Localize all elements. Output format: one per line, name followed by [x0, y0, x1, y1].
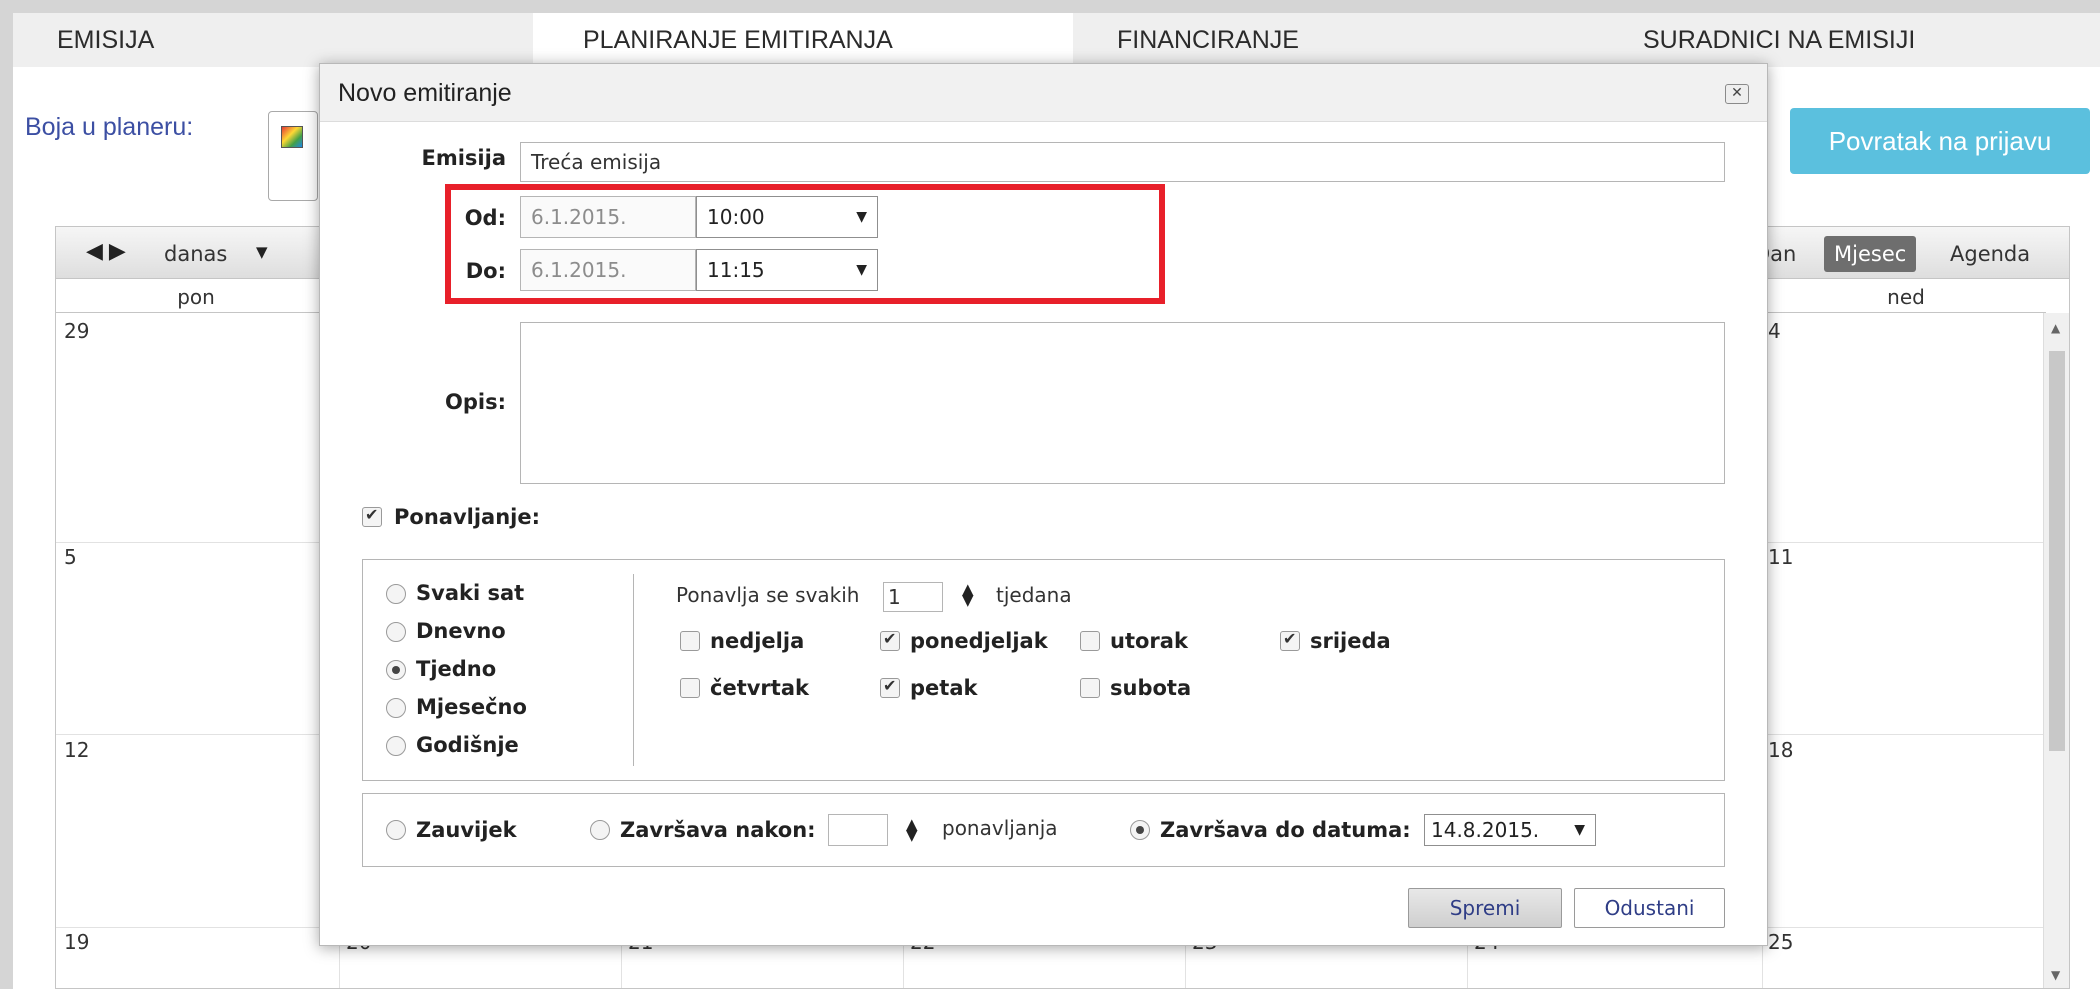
day-label-cetvrtak: četvrtak	[710, 676, 809, 700]
day-label-petak: petak	[910, 676, 978, 700]
radio-zavrsava-nakon[interactable]	[590, 820, 610, 840]
color-swatch-icon	[281, 126, 303, 148]
view-month-button[interactable]: Mjesec	[1824, 236, 1917, 272]
color-picker[interactable]	[268, 111, 318, 201]
date-cell[interactable]: 18	[1768, 738, 1793, 762]
app-window: EMISIJA PLANIRANJE EMITIRANJA FINANCIRAN…	[13, 13, 2100, 989]
option-dnevno: Dnevno	[416, 619, 506, 643]
radio-mjesecno[interactable]	[386, 698, 406, 718]
repeat-every-label: Ponavlja se svakih	[676, 583, 860, 607]
dialog-title: Novo emitiranje	[320, 64, 1767, 122]
option-mjesecno: Mjesečno	[416, 695, 527, 719]
day-label-utorak: utorak	[1110, 629, 1188, 653]
date-cell[interactable]: 4	[1768, 319, 1781, 343]
prev-arrow-icon[interactable]: ◀	[86, 239, 103, 264]
day-label-subota: subota	[1110, 676, 1192, 700]
option-zauvijek: Zauvijek	[416, 818, 517, 842]
radio-zavrsava-do-datuma[interactable]	[1130, 820, 1150, 840]
tab-suradnici-na-emisiji[interactable]: SURADNICI NA EMISIJI	[1593, 13, 2100, 67]
do-date-input[interactable]: 6.1.2015.	[520, 249, 696, 291]
od-time-value: 10:00	[707, 205, 765, 229]
option-godisnje: Godišnje	[416, 733, 519, 757]
opis-label: Opis:	[445, 390, 506, 414]
day-checkbox-cetvrtak[interactable]	[680, 678, 700, 698]
day-name-pon: pon	[177, 285, 215, 309]
chevron-down-icon: ▼	[856, 262, 867, 278]
date-cell[interactable]: 19	[64, 930, 89, 954]
day-name-ned: ned	[1887, 285, 1925, 309]
save-button[interactable]: Spremi	[1408, 888, 1562, 928]
new-broadcast-dialog: Novo emitiranje ✕ Emisija Treća emisija …	[319, 63, 1768, 946]
day-label-ponedjeljak: ponedjeljak	[910, 629, 1048, 653]
od-time-select[interactable]: 10:00 ▼	[696, 196, 878, 238]
color-in-planner-label: Boja u planeru:	[25, 113, 194, 141]
repeat-interval-input[interactable]: 1	[883, 582, 943, 612]
radio-tjedno[interactable]	[386, 660, 406, 680]
spinner-icon[interactable]: ▲ ▼	[962, 582, 974, 608]
emisija-label: Emisija	[421, 146, 507, 170]
day-label-nedjelja: nedjelja	[710, 629, 805, 653]
back-to-application-button[interactable]: Povratak na prijavu	[1790, 108, 2090, 174]
radio-godisnje[interactable]	[386, 736, 406, 756]
cancel-button[interactable]: Odustani	[1574, 888, 1725, 928]
today-button[interactable]: danas	[164, 242, 227, 266]
od-label: Od:	[464, 206, 506, 230]
chevron-down-icon: ▼	[856, 209, 867, 225]
top-tabs: EMISIJA PLANIRANJE EMITIRANJA FINANCIRAN…	[13, 13, 2100, 67]
opis-textarea[interactable]	[520, 322, 1725, 484]
day-checkbox-petak[interactable]	[880, 676, 900, 698]
do-time-value: 11:15	[707, 258, 765, 282]
spinner-icon[interactable]: ▲ ▼	[906, 817, 918, 843]
close-icon[interactable]: ✕	[1725, 84, 1749, 104]
do-label: Do:	[465, 259, 506, 283]
today-dropdown-caret-icon[interactable]: ▼	[256, 243, 268, 261]
repeat-unit-label: tjedana	[996, 583, 1072, 607]
option-zavrsava-nakon: Završava nakon:	[620, 818, 816, 842]
option-zavrsava-do-datuma: Završava do datuma:	[1160, 818, 1411, 842]
date-cell[interactable]: 5	[64, 545, 77, 569]
radio-dnevno[interactable]	[386, 622, 406, 642]
ponavljanje-label: Ponavljanje:	[394, 505, 540, 529]
calendar-scrollbar[interactable]: ▲ ▼	[2043, 313, 2069, 988]
radio-zauvijek[interactable]	[386, 820, 406, 840]
tab-emisija[interactable]: EMISIJA	[13, 13, 533, 67]
day-checkbox-ponedjeljak[interactable]	[880, 629, 900, 651]
scroll-thumb[interactable]	[2049, 351, 2065, 751]
radio-svaki-sat[interactable]	[386, 584, 406, 604]
od-date-input[interactable]: 6.1.2015.	[520, 196, 696, 238]
next-arrow-icon[interactable]: ▶	[109, 239, 126, 264]
do-time-select[interactable]: 11:15 ▼	[696, 249, 878, 291]
date-cell[interactable]: 12	[64, 738, 89, 762]
option-tjedno: Tjedno	[416, 657, 497, 681]
day-checkbox-subota[interactable]	[1080, 678, 1100, 698]
day-checkbox-nedjelja[interactable]	[680, 631, 700, 651]
day-checkbox-utorak[interactable]	[1080, 631, 1100, 651]
date-cell[interactable]: 11	[1768, 545, 1793, 569]
date-cell[interactable]: 29	[64, 319, 89, 343]
end-date-value: 14.8.2015.	[1431, 818, 1540, 842]
date-cell[interactable]: 25	[1768, 930, 1793, 954]
view-agenda-button[interactable]: Agenda	[1940, 236, 2040, 272]
day-checkbox-srijeda[interactable]	[1280, 629, 1300, 651]
calendar-nav: ◀ ▶	[86, 239, 132, 264]
tab-financiranje[interactable]: FINANCIRANJE	[1073, 13, 1593, 67]
tab-planiranje-emitiranja[interactable]: PLANIRANJE EMITIRANJA	[533, 13, 1073, 67]
ponavljanje-checkbox[interactable]	[362, 505, 382, 527]
day-label-srijeda: srijeda	[1310, 629, 1391, 653]
scroll-up-icon[interactable]: ▲	[2051, 321, 2060, 335]
occurrences-unit-label: ponavljanja	[942, 816, 1058, 840]
chevron-down-icon: ▼	[1574, 822, 1585, 838]
scroll-down-icon[interactable]: ▼	[2051, 968, 2060, 982]
option-svaki-sat: Svaki sat	[416, 581, 525, 605]
emisija-input[interactable]: Treća emisija	[520, 142, 1725, 182]
occurrences-input[interactable]	[828, 814, 888, 846]
end-date-select[interactable]: 14.8.2015. ▼	[1424, 814, 1596, 846]
divider	[633, 574, 634, 766]
